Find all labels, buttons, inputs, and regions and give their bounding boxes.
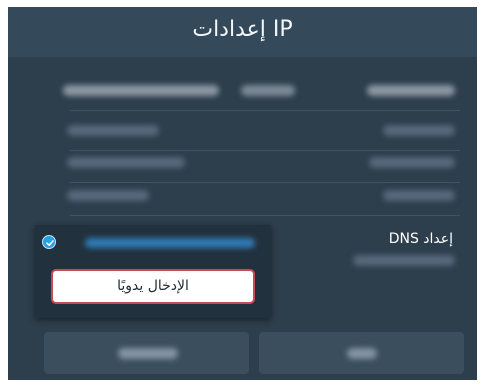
setting-value — [67, 190, 149, 201]
setting-label — [383, 125, 455, 136]
dns-option-automatic[interactable] — [85, 238, 255, 248]
divider — [70, 215, 460, 216]
subnet-mask-row[interactable] — [63, 157, 461, 191]
divider — [70, 150, 460, 151]
ip-settings-dialog: إعدادات IP إعداد DNS الإدخال يدويًا — [8, 7, 477, 380]
dns-setting-dropdown: الإدخال يدويًا — [35, 225, 271, 318]
setting-label — [383, 190, 455, 201]
ip-address-row[interactable] — [63, 125, 461, 159]
left-button[interactable] — [44, 332, 249, 374]
button-label — [347, 348, 377, 359]
setting-value — [67, 125, 159, 136]
ip-setting-row[interactable] — [63, 85, 461, 119]
setting-value — [241, 85, 295, 96]
gateway-row[interactable] — [63, 190, 461, 224]
divider — [70, 182, 460, 183]
dns-setting-label[interactable]: إعداد DNS — [389, 231, 453, 247]
setting-value — [63, 85, 219, 96]
button-label — [118, 348, 178, 359]
setting-label — [367, 85, 455, 96]
title-bar: إعدادات IP — [8, 7, 477, 57]
dns-option-manual[interactable]: الإدخال يدويًا — [51, 269, 255, 304]
setting-value — [67, 157, 185, 168]
setting-label — [369, 157, 455, 168]
divider — [70, 110, 460, 111]
check-circle-icon — [42, 235, 56, 249]
right-button[interactable] — [259, 332, 464, 374]
setting-value — [353, 255, 455, 266]
page-title: إعدادات IP — [192, 17, 293, 42]
